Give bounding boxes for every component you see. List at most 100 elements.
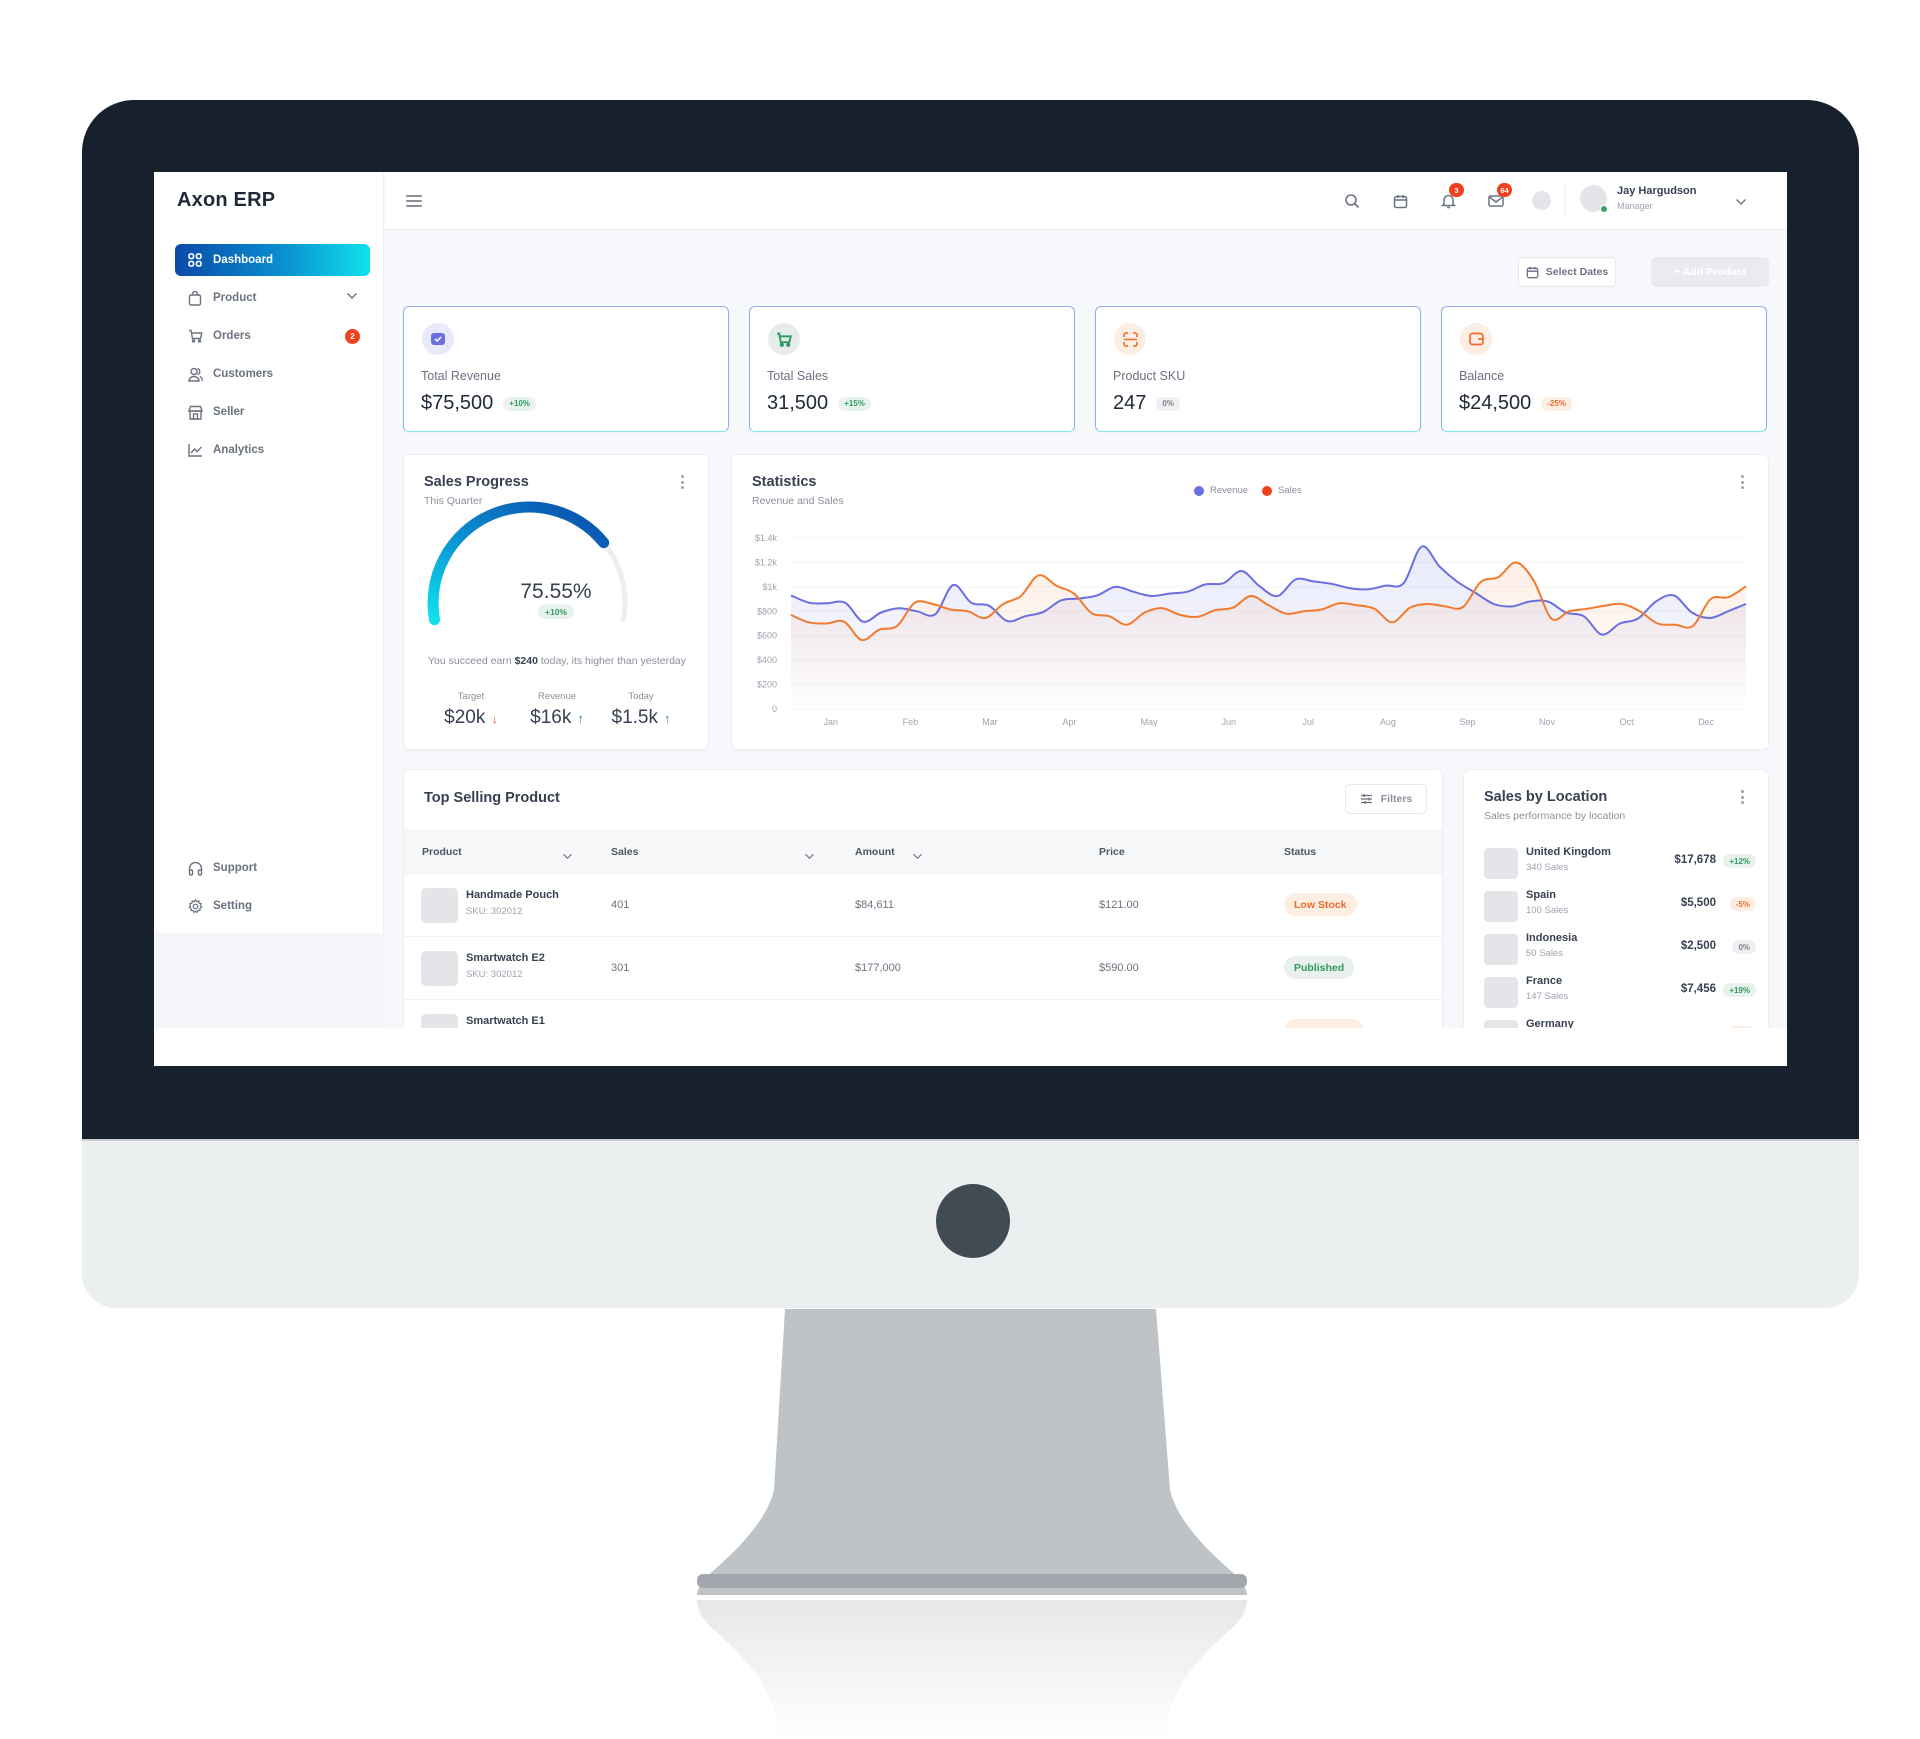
user-avatar[interactable]	[1580, 185, 1608, 213]
stat-card-product-sku[interactable]: Product SKU 247 0%	[1095, 306, 1421, 432]
country-change-badge	[1728, 1026, 1756, 1028]
stat-card-total-sales[interactable]: Total Sales 31,500 +15%	[749, 306, 1075, 432]
stat-label: Total Revenue	[421, 369, 501, 383]
gauge-change-badge: +10%	[538, 604, 574, 619]
location-item[interactable]: Spain 100 Sales $5,500 -5%	[1484, 889, 1764, 931]
stat-card-balance[interactable]: Balance $24,500 -25%	[1441, 306, 1767, 432]
more-options-icon[interactable]	[1740, 790, 1744, 804]
table-header: Product Sales Amount Price Status	[404, 830, 1442, 874]
sidebar-footer-area	[154, 933, 384, 1028]
table-row[interactable]: Smartwatch E1	[404, 1000, 1442, 1028]
stat-value: $75,500 +10%	[421, 392, 536, 415]
grid-icon	[187, 252, 203, 268]
product-amount: $84,611	[855, 899, 894, 911]
product-sales: 301	[611, 962, 630, 974]
sidebar-item-customers[interactable]: Customers	[175, 358, 370, 390]
filters-button[interactable]: Filters	[1345, 784, 1427, 814]
sidebar-item-support[interactable]: Support	[175, 852, 370, 884]
select-dates-button[interactable]: Select Dates	[1518, 257, 1616, 287]
calendar-icon	[1526, 266, 1539, 278]
y-tick-label: $200	[757, 680, 777, 690]
stand-base-edge	[697, 1574, 1247, 1588]
stat-value: $16k	[530, 707, 572, 728]
table-row[interactable]: Handmade Pouch SKU: 302012 401 $84,611 $…	[404, 874, 1442, 937]
user-name: Jay Hargudson	[1617, 185, 1697, 197]
filters-label: Filters	[1380, 793, 1413, 805]
column-header-amount[interactable]: Amount	[855, 846, 895, 858]
search-icon[interactable]	[1341, 190, 1363, 212]
card-subtitle: Sales performance by location	[1484, 810, 1626, 822]
top-header: 3 64 Jay Hargudson Manager	[385, 172, 1787, 230]
stat-change-badge: 0%	[1156, 396, 1180, 411]
sort-chevron-icon[interactable]	[912, 847, 923, 865]
column-header-price[interactable]: Price	[1099, 846, 1125, 858]
product-price: $590.00	[1099, 962, 1139, 974]
country-change-badge: 0%	[1732, 940, 1756, 954]
user-menu-chevron-icon[interactable]	[1735, 193, 1747, 211]
x-tick-label: Sep	[1459, 717, 1475, 727]
status-badge	[1284, 1019, 1364, 1028]
country-flag	[1484, 934, 1518, 965]
table-row[interactable]: Smartwatch E2 SKU: 302012 301 $177,000 $…	[404, 937, 1442, 1000]
location-item[interactable]: Indonesia 50 Sales $2,500 0%	[1484, 932, 1764, 974]
location-item[interactable]: United Kingdom 340 Sales $17,678 +12%	[1484, 846, 1764, 888]
stat-value-text: 247	[1113, 392, 1147, 414]
sidebar-item-orders[interactable]: Orders 2	[175, 320, 370, 352]
erp-dashboard: Axon ERP Dashboard Product Orders 2 Cust…	[154, 172, 1787, 1028]
sidebar-item-label: Customers	[213, 368, 274, 380]
stat-label: Target	[457, 691, 485, 702]
x-tick-label: Jan	[824, 717, 839, 727]
arrow-up-icon: ↑	[663, 710, 671, 726]
y-tick-label: $800	[757, 606, 777, 616]
sidebar-bottom-nav: Support Setting	[175, 852, 370, 928]
online-status-dot	[1600, 205, 1608, 213]
product-sku: SKU: 302012	[466, 969, 523, 980]
monitor-logo-dot	[936, 1184, 1010, 1258]
menu-toggle-icon[interactable]	[406, 195, 422, 207]
stat-label: Total Sales	[767, 369, 829, 383]
sidebar-item-product[interactable]: Product	[175, 282, 370, 314]
country-amount: $5,500	[1680, 897, 1716, 909]
status-indicator[interactable]	[1532, 191, 1551, 210]
product-amount: $177,000	[855, 962, 901, 974]
chevron-down-icon[interactable]	[346, 291, 358, 303]
column-header-status[interactable]: Status	[1284, 846, 1316, 858]
chart-line-icon	[187, 442, 203, 458]
notifications-bell-icon[interactable]: 3	[1437, 183, 1464, 212]
column-header-product[interactable]: Product	[422, 846, 462, 858]
column-header-sales[interactable]: Sales	[611, 846, 638, 858]
cart-icon	[187, 328, 203, 344]
sidebar-item-analytics[interactable]: Analytics	[175, 434, 370, 466]
mail-icon[interactable]: 64	[1485, 183, 1512, 212]
sales-progress-message: You succeed earn $240 today, its higher …	[422, 653, 692, 669]
country-flag	[1484, 977, 1518, 1008]
app-logo: Axon ERP	[177, 189, 276, 211]
sort-chevron-icon[interactable]	[562, 847, 573, 865]
sidebar-item-dashboard[interactable]: Dashboard	[175, 244, 370, 276]
location-item[interactable]: Germany	[1484, 1018, 1764, 1028]
country-amount: $17,678	[1674, 854, 1716, 866]
notifications-badge: 3	[1449, 183, 1464, 197]
sidebar-item-setting[interactable]: Setting	[175, 890, 370, 922]
stat-label: Product SKU	[1113, 369, 1186, 383]
sidebar-item-seller[interactable]: Seller	[175, 396, 370, 428]
revenue-stat: Revenue $16k ↑	[512, 691, 602, 729]
stat-label: Revenue	[537, 691, 577, 702]
location-item[interactable]: France 147 Sales $7,456 +19%	[1484, 975, 1764, 1017]
statistics-chart: 0 $200 $400 $600 $800 $1k $1.2k $1.4k Jan Feb Mar A…	[755, 533, 1747, 727]
sort-chevron-icon[interactable]	[804, 847, 815, 865]
y-tick-label: $1k	[762, 582, 777, 592]
wallet-check-icon	[422, 323, 454, 355]
calendar-icon[interactable]	[1389, 190, 1411, 212]
stat-value-text: $75,500	[421, 392, 494, 414]
top-selling-product-card: Top Selling Product Filters Product Sale…	[403, 769, 1443, 1028]
add-product-button[interactable]: + Add Product	[1651, 257, 1769, 287]
orders-count-badge: 2	[345, 329, 360, 344]
stat-card-total-revenue[interactable]: Total Revenue $75,500 +10%	[403, 306, 729, 432]
country-flag	[1484, 891, 1518, 922]
country-change-badge: +19%	[1723, 983, 1756, 997]
country-sales-count: 50 Sales	[1526, 948, 1563, 959]
cart-icon	[768, 323, 800, 355]
x-tick-label: Mar	[982, 717, 998, 727]
sidebar-item-label: Product	[213, 292, 257, 304]
